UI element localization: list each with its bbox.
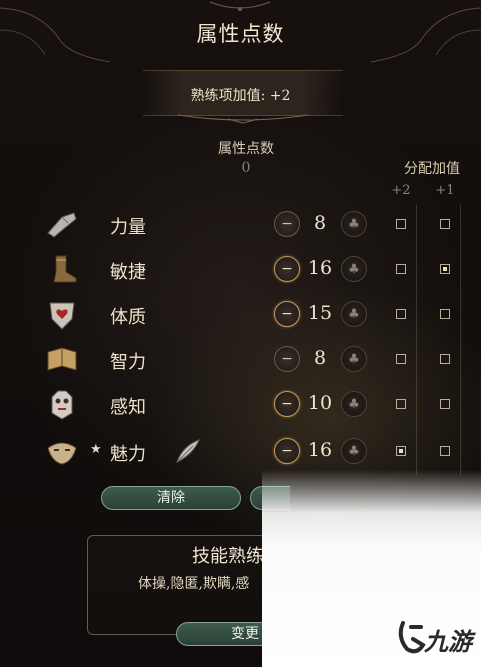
plus2-checkbox[interactable]	[396, 446, 406, 456]
ability-name: 魅力	[110, 444, 146, 465]
ability-row-strength: 力量 − 8 ♣	[0, 203, 481, 247]
skill-proficiency-list: 体操,隐匿,欺瞒,感	[138, 576, 250, 592]
mask-icon	[47, 442, 77, 465]
boot-icon	[53, 255, 77, 283]
increase-button[interactable]: ♣	[341, 391, 367, 417]
increase-button[interactable]: ♣	[341, 256, 367, 282]
decrease-button[interactable]: −	[274, 211, 300, 237]
proficiency-bonus-text: 熟练项加值: +2	[190, 88, 291, 104]
clear-button[interactable]: 清除	[101, 486, 241, 510]
plus1-checkbox[interactable]	[440, 219, 450, 229]
allocation-col-plus2: +2	[391, 183, 411, 198]
decrease-button[interactable]: −	[274, 301, 300, 327]
ability-name: 体质	[110, 307, 146, 328]
bonus-flourish	[177, 114, 309, 124]
ability-value: 8	[313, 212, 327, 234]
ability-value: 16	[307, 257, 333, 279]
points-label: 属性点数	[218, 141, 274, 157]
points-value: 0	[241, 160, 251, 176]
decrease-button[interactable]: −	[274, 346, 300, 372]
plus1-checkbox[interactable]	[440, 354, 450, 364]
plus2-checkbox[interactable]	[396, 309, 406, 319]
ability-name: 智力	[110, 352, 146, 373]
decrease-button[interactable]: −	[274, 256, 300, 282]
ability-value: 15	[307, 302, 333, 324]
ability-name: 感知	[110, 397, 146, 418]
ability-row-dexterity: 敏捷 − 16 ♣	[0, 248, 481, 292]
book-icon	[47, 347, 77, 371]
allocation-label: 分配加值	[404, 161, 460, 177]
plus1-checkbox[interactable]	[440, 264, 450, 274]
ability-row-wisdom: 感知 − 10 ♣	[0, 383, 481, 427]
increase-button[interactable]: ♣	[341, 211, 367, 237]
feather-icon	[176, 439, 200, 464]
decrease-button[interactable]: −	[274, 391, 300, 417]
watermark-text: 九游	[424, 628, 472, 656]
skill-proficiency-title: 技能熟练	[192, 546, 264, 567]
star-icon: ★	[90, 442, 102, 457]
heart-shield-icon	[49, 302, 75, 330]
plus2-checkbox[interactable]	[396, 219, 406, 229]
ability-row-constitution: 体质 − 15 ♣	[0, 293, 481, 337]
ability-value: 10	[307, 392, 333, 414]
ability-name: 力量	[110, 217, 146, 238]
plus2-checkbox[interactable]	[396, 354, 406, 364]
owl-icon	[51, 390, 73, 420]
title-flourish	[209, 1, 271, 11]
plus1-checkbox[interactable]	[440, 309, 450, 319]
ability-row-intelligence: 智力 − 8 ♣	[0, 338, 481, 382]
plus2-checkbox[interactable]	[396, 399, 406, 409]
increase-button[interactable]: ♣	[341, 438, 367, 464]
page-title: 属性点数	[196, 22, 285, 46]
gauntlet-icon	[47, 212, 77, 238]
increase-button[interactable]: ♣	[341, 301, 367, 327]
increase-button[interactable]: ♣	[341, 346, 367, 372]
ability-value: 8	[313, 347, 327, 369]
ability-name: 敏捷	[110, 262, 146, 283]
ability-row-charisma: ★ 魅力 − 16 ♣	[0, 430, 481, 474]
plus1-checkbox[interactable]	[440, 446, 450, 456]
decrease-button[interactable]: −	[274, 438, 300, 464]
allocation-col-plus1: +1	[435, 183, 455, 198]
plus1-checkbox[interactable]	[440, 399, 450, 409]
ability-value: 16	[307, 439, 333, 461]
plus2-checkbox[interactable]	[396, 264, 406, 274]
